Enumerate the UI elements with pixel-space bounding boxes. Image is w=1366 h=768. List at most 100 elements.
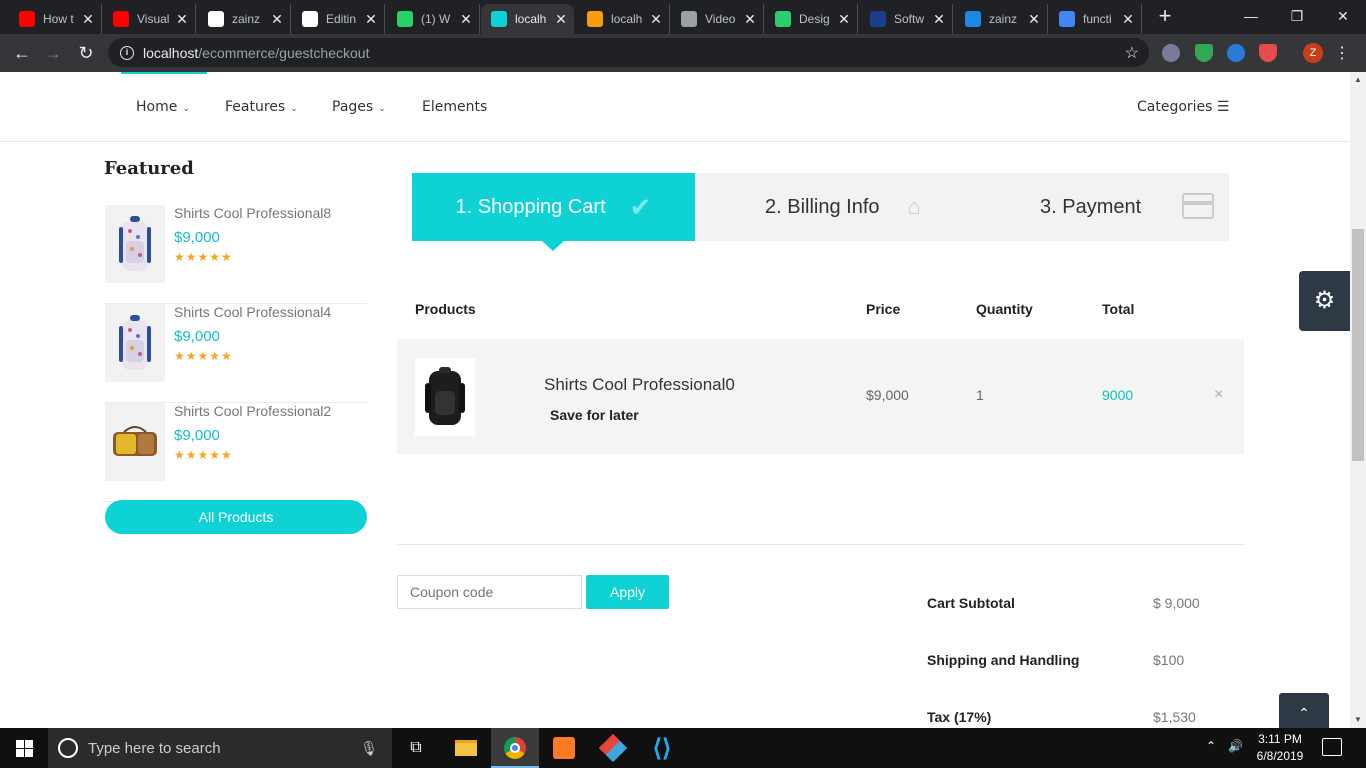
subtotal-label: Cart Subtotal <box>927 595 1015 611</box>
taskbar-clock[interactable]: 3:11 PM 6/8/2019 <box>1252 731 1308 765</box>
file-explorer-icon[interactable] <box>442 728 490 768</box>
phpmyadmin-icon <box>587 11 603 27</box>
cortana-icon <box>58 738 78 758</box>
profile-avatar[interactable]: Z <box>1303 43 1323 63</box>
chrome-icon[interactable] <box>491 728 539 768</box>
coupon-input[interactable] <box>397 575 582 609</box>
scroll-down-arrow[interactable]: ▼ <box>1354 715 1362 724</box>
close-tab-icon[interactable]: ✕ <box>837 11 851 28</box>
step-billing-info[interactable]: 2. Billing Info ⌂ <box>765 173 921 241</box>
browser-tab[interactable]: Desig ✕ <box>765 4 858 34</box>
bookmark-star-icon[interactable]: ☆ <box>1125 43 1139 63</box>
browser-tab[interactable]: Softw ✕ <box>860 4 953 34</box>
scrollbar-thumb[interactable] <box>1352 229 1364 461</box>
tab-label: (1) W <box>421 12 451 26</box>
volume-icon[interactable]: 🔊 <box>1228 739 1243 753</box>
close-tab-icon[interactable]: ✕ <box>649 11 663 28</box>
save-for-later-link[interactable]: Save for later <box>550 407 639 423</box>
start-button[interactable] <box>0 728 48 768</box>
browser-tab[interactable]: How t ✕ <box>9 4 102 34</box>
restore-button[interactable]: ❐ <box>1274 0 1320 32</box>
tab-label: Desig <box>799 12 830 26</box>
task-view-icon[interactable]: ⧉ <box>392 728 440 768</box>
site-info-icon[interactable]: i <box>120 45 134 60</box>
nav-features[interactable]: Features ⌄ <box>225 99 298 115</box>
home-icon: ⌂ <box>907 194 921 219</box>
close-tab-icon[interactable]: ✕ <box>270 11 284 28</box>
chevron-down-icon: ⌄ <box>290 104 298 114</box>
settings-gear-icon[interactable]: ⚙ <box>1299 271 1350 331</box>
nav-pages[interactable]: Pages ⌄ <box>332 99 386 115</box>
featured-price: $9,000 <box>174 328 220 345</box>
nav-elements[interactable]: Elements <box>422 99 487 115</box>
featured-thumbnail[interactable] <box>105 304 165 382</box>
chevron-up-icon[interactable]: ⌃ <box>1206 739 1216 753</box>
forward-button[interactable]: → <box>40 41 66 65</box>
close-window-button[interactable]: ✕ <box>1320 0 1366 32</box>
microphone-icon[interactable]: 🎙 <box>360 740 378 757</box>
menu-icon[interactable]: ⋮ <box>1334 43 1350 63</box>
tab-label: Visual <box>137 12 170 26</box>
featured-thumbnail[interactable] <box>105 403 165 481</box>
featured-thumbnail[interactable] <box>105 205 165 283</box>
step-shopping-cart[interactable]: 1. Shopping Cart ✔ <box>412 173 695 251</box>
nav-home[interactable]: Home ⌄ <box>136 99 190 115</box>
new-tab-button[interactable]: + <box>1151 5 1179 29</box>
gitkraken-icon[interactable] <box>589 728 637 768</box>
browser-tab[interactable]: functi ✕ <box>1049 4 1142 34</box>
featured-name[interactable]: Shirts Cool Professional4 <box>174 304 331 320</box>
close-tab-icon[interactable]: ✕ <box>81 11 95 28</box>
browser-tab[interactable]: Editin ✕ <box>292 4 385 34</box>
featured-price: $9,000 <box>174 229 220 246</box>
browser-tab[interactable]: (1) W ✕ <box>387 4 480 34</box>
categories-menu[interactable]: Categories ☰ <box>1137 99 1229 115</box>
github-icon <box>208 11 224 27</box>
tab-label: Video <box>705 12 736 26</box>
browser-tab[interactable]: zainz ✕ <box>955 4 1048 34</box>
step-payment[interactable]: 3. Payment <box>1040 173 1214 241</box>
browser-tab[interactable]: Visual ✕ <box>103 4 196 34</box>
product-thumbnail[interactable] <box>415 358 475 436</box>
close-tab-icon[interactable]: ✕ <box>1027 11 1041 28</box>
check-icon: ✔ <box>629 191 652 222</box>
back-button[interactable]: ← <box>9 41 35 65</box>
close-tab-icon[interactable]: ✕ <box>1121 11 1135 28</box>
close-tab-icon[interactable]: ✕ <box>554 11 568 28</box>
featured-name[interactable]: Shirts Cool Professional2 <box>174 403 331 419</box>
tax-label: Tax (17%) <box>927 709 992 725</box>
page-scrollbar[interactable]: ▲ ▼ <box>1350 72 1366 728</box>
xampp-icon[interactable] <box>540 728 588 768</box>
globe-extension-icon[interactable] <box>1227 44 1245 62</box>
shield-extension-icon[interactable] <box>1195 44 1213 62</box>
featured-item[interactable]: Shirts Cool Professional4 $9,000 ★★★★★ <box>104 304 367 403</box>
apply-coupon-button[interactable]: Apply <box>586 575 669 609</box>
featured-name[interactable]: Shirts Cool Professional8 <box>174 205 331 221</box>
product-quantity[interactable]: 1 <box>976 387 984 403</box>
featured-item[interactable]: Shirts Cool Professional2 $9,000 ★★★★★ <box>104 403 367 502</box>
all-products-button[interactable]: All Products <box>105 500 367 534</box>
close-tab-icon[interactable]: ✕ <box>459 11 473 28</box>
vscode-icon[interactable]: ⟨⟩ <box>638 728 686 768</box>
featured-item[interactable]: Shirts Cool Professional8 $9,000 ★★★★★ <box>104 205 367 304</box>
reload-button[interactable]: ↻ <box>73 41 99 65</box>
browser-tab[interactable]: Video ✕ <box>671 4 764 34</box>
browser-tab-strip: How t ✕ Visual ✕ zainz ✕ Editin ✕ (1) W ✕ localh ✕ l… <box>0 0 1366 34</box>
close-tab-icon[interactable]: ✕ <box>743 11 757 28</box>
adblock-extension-icon[interactable] <box>1259 44 1277 62</box>
handbag-image <box>113 426 157 456</box>
back-to-top-button[interactable]: ⌃ <box>1279 693 1329 728</box>
extension-icon[interactable] <box>1162 44 1180 62</box>
address-bar[interactable]: i localhost/ecommerce/guestcheckout ☆ <box>108 38 1149 67</box>
browser-tab[interactable]: localh ✕ <box>577 4 670 34</box>
close-tab-icon[interactable]: ✕ <box>364 11 378 28</box>
close-tab-icon[interactable]: ✕ <box>932 11 946 28</box>
minimize-button[interactable]: — <box>1228 0 1274 32</box>
taskbar-search[interactable]: Type here to search 🎙 <box>48 728 392 768</box>
action-center-icon[interactable] <box>1322 738 1342 756</box>
close-tab-icon[interactable]: ✕ <box>175 11 189 28</box>
product-name[interactable]: Shirts Cool Professional0 <box>544 375 735 395</box>
remove-item-icon[interactable]: × <box>1214 386 1223 404</box>
browser-tab[interactable]: zainz ✕ <box>198 4 291 34</box>
scroll-up-arrow[interactable]: ▲ <box>1354 75 1362 84</box>
browser-tab[interactable]: localh ✕ <box>481 4 574 34</box>
